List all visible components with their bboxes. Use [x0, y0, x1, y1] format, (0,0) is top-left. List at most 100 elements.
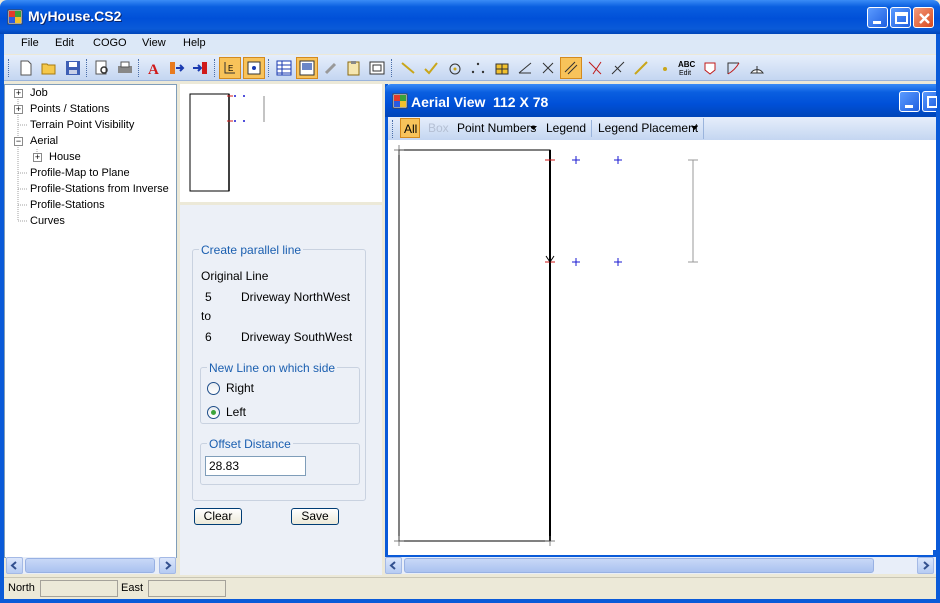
menu-file[interactable]: File [21, 37, 39, 49]
scroll-right-icon[interactable] [159, 557, 176, 574]
open-folder-icon[interactable] [38, 57, 60, 79]
edit-label: Edit [679, 70, 691, 77]
box-button[interactable]: Box [428, 121, 449, 135]
aerial-maximize-button[interactable] [922, 91, 937, 112]
clipboard-icon[interactable] [343, 57, 365, 79]
radio-left-label[interactable]: Left [226, 405, 246, 419]
clear-button[interactable]: Clear [194, 508, 242, 525]
tree-item-label: Aerial [30, 135, 59, 147]
maximize-icon [895, 12, 908, 24]
aerial-horizontal-scrollbar[interactable] [385, 557, 936, 574]
minimize-icon [873, 21, 881, 24]
perpendicular-icon[interactable] [607, 57, 629, 79]
collapse-icon[interactable]: − [14, 137, 23, 146]
text-style-icon[interactable]: A [143, 57, 165, 79]
menu-cogo[interactable]: COGO [93, 37, 127, 49]
point-numbers-dropdown[interactable]: Point Numbers [457, 121, 536, 135]
east-value [148, 580, 226, 597]
toolbar-separator [86, 59, 89, 77]
toolbar-separator [214, 59, 217, 77]
scroll-right-icon[interactable] [917, 557, 934, 574]
line-icon[interactable] [397, 57, 419, 79]
panel-icon[interactable] [296, 57, 318, 79]
offset-line-icon[interactable] [560, 57, 582, 79]
dot-icon[interactable] [654, 57, 676, 79]
app-icon [7, 9, 23, 25]
radio-left[interactable] [207, 406, 220, 419]
expand-icon[interactable]: + [14, 105, 23, 114]
curve-icon[interactable] [746, 57, 768, 79]
aerial-window-title: Aerial View [411, 94, 486, 110]
aerial-window-icon [392, 93, 408, 109]
toolbar-grip[interactable] [391, 59, 394, 77]
scroll-thumb[interactable] [404, 558, 874, 573]
legend-placement-dropdown[interactable]: Legend Placement [598, 121, 698, 135]
save-icon[interactable] [62, 57, 84, 79]
save-button[interactable]: Save [291, 508, 339, 525]
aerial-canvas[interactable] [388, 140, 936, 550]
print-preview-icon[interactable] [91, 57, 113, 79]
tree-horizontal-scrollbar[interactable] [6, 557, 176, 574]
preview-drawing [189, 93, 265, 192]
points-icon[interactable] [467, 57, 489, 79]
radio-right[interactable] [207, 382, 220, 395]
area-icon[interactable] [699, 57, 721, 79]
aerial-drawing [394, 145, 698, 546]
menu-edit[interactable]: Edit [55, 37, 74, 49]
export-icon[interactable] [189, 57, 211, 79]
scroll-left-icon[interactable] [6, 557, 23, 574]
print-icon[interactable] [114, 57, 136, 79]
side-group-title: New Line on which side [207, 361, 338, 375]
import-icon[interactable] [166, 57, 188, 79]
tree-item-label: Points / Stations [30, 103, 110, 115]
expand-icon[interactable]: + [33, 153, 42, 162]
scroll-left-icon[interactable] [385, 557, 402, 574]
offset-distance-input[interactable] [205, 456, 306, 476]
chevron-down-icon[interactable] [530, 126, 537, 131]
from-point-number: 5 [205, 290, 212, 304]
new-file-icon[interactable] [15, 57, 37, 79]
angle-icon[interactable] [514, 57, 536, 79]
fit-icon[interactable] [243, 57, 265, 79]
expand-icon[interactable]: + [14, 89, 23, 98]
table-icon[interactable] [273, 57, 295, 79]
legend-button[interactable]: Legend [546, 121, 586, 135]
status-bar: North East [4, 577, 936, 599]
intersect-icon[interactable] [584, 57, 606, 79]
window-icon[interactable] [366, 57, 388, 79]
chevron-down-icon[interactable] [691, 126, 698, 131]
minimize-icon [905, 105, 913, 108]
east-label: East [121, 582, 144, 594]
measure-icon[interactable] [630, 57, 652, 79]
parallel-line-panel: Create parallel line Original Line 5 Dri… [180, 205, 382, 575]
svg-text:E: E [228, 64, 233, 73]
minimize-button[interactable] [867, 7, 888, 28]
scroll-thumb[interactable] [25, 558, 155, 573]
svg-text:A: A [148, 62, 159, 76]
cross-icon[interactable] [537, 57, 559, 79]
to-point-number: 6 [205, 330, 212, 344]
check-line-icon[interactable] [420, 57, 442, 79]
toolbar-grip[interactable] [392, 120, 395, 138]
toolbar-separator [591, 120, 592, 137]
aerial-minimize-button[interactable] [899, 91, 920, 112]
menu-help[interactable]: Help [183, 37, 206, 49]
to-label: to [201, 309, 212, 323]
toolbar-grip[interactable] [8, 59, 11, 77]
tools-icon[interactable] [320, 57, 342, 79]
radio-right-label[interactable]: Right [226, 381, 254, 395]
tree-item-label: Job [30, 87, 48, 99]
side-group: New Line on which side Right Left [200, 361, 360, 424]
circle-point-icon[interactable] [444, 57, 466, 79]
grid-icon[interactable] [491, 57, 513, 79]
toolbar-end [703, 118, 704, 139]
close-button[interactable] [913, 7, 934, 28]
all-button[interactable]: All [400, 118, 420, 138]
menu-view[interactable]: View [142, 37, 166, 49]
abc-edit-icon[interactable]: ABC Edit [676, 57, 698, 79]
maximize-button[interactable] [890, 7, 911, 28]
north-label: North [8, 582, 35, 594]
select-icon[interactable]: E [219, 57, 241, 79]
arc-icon[interactable] [722, 57, 744, 79]
toolbar-separator [138, 59, 141, 77]
